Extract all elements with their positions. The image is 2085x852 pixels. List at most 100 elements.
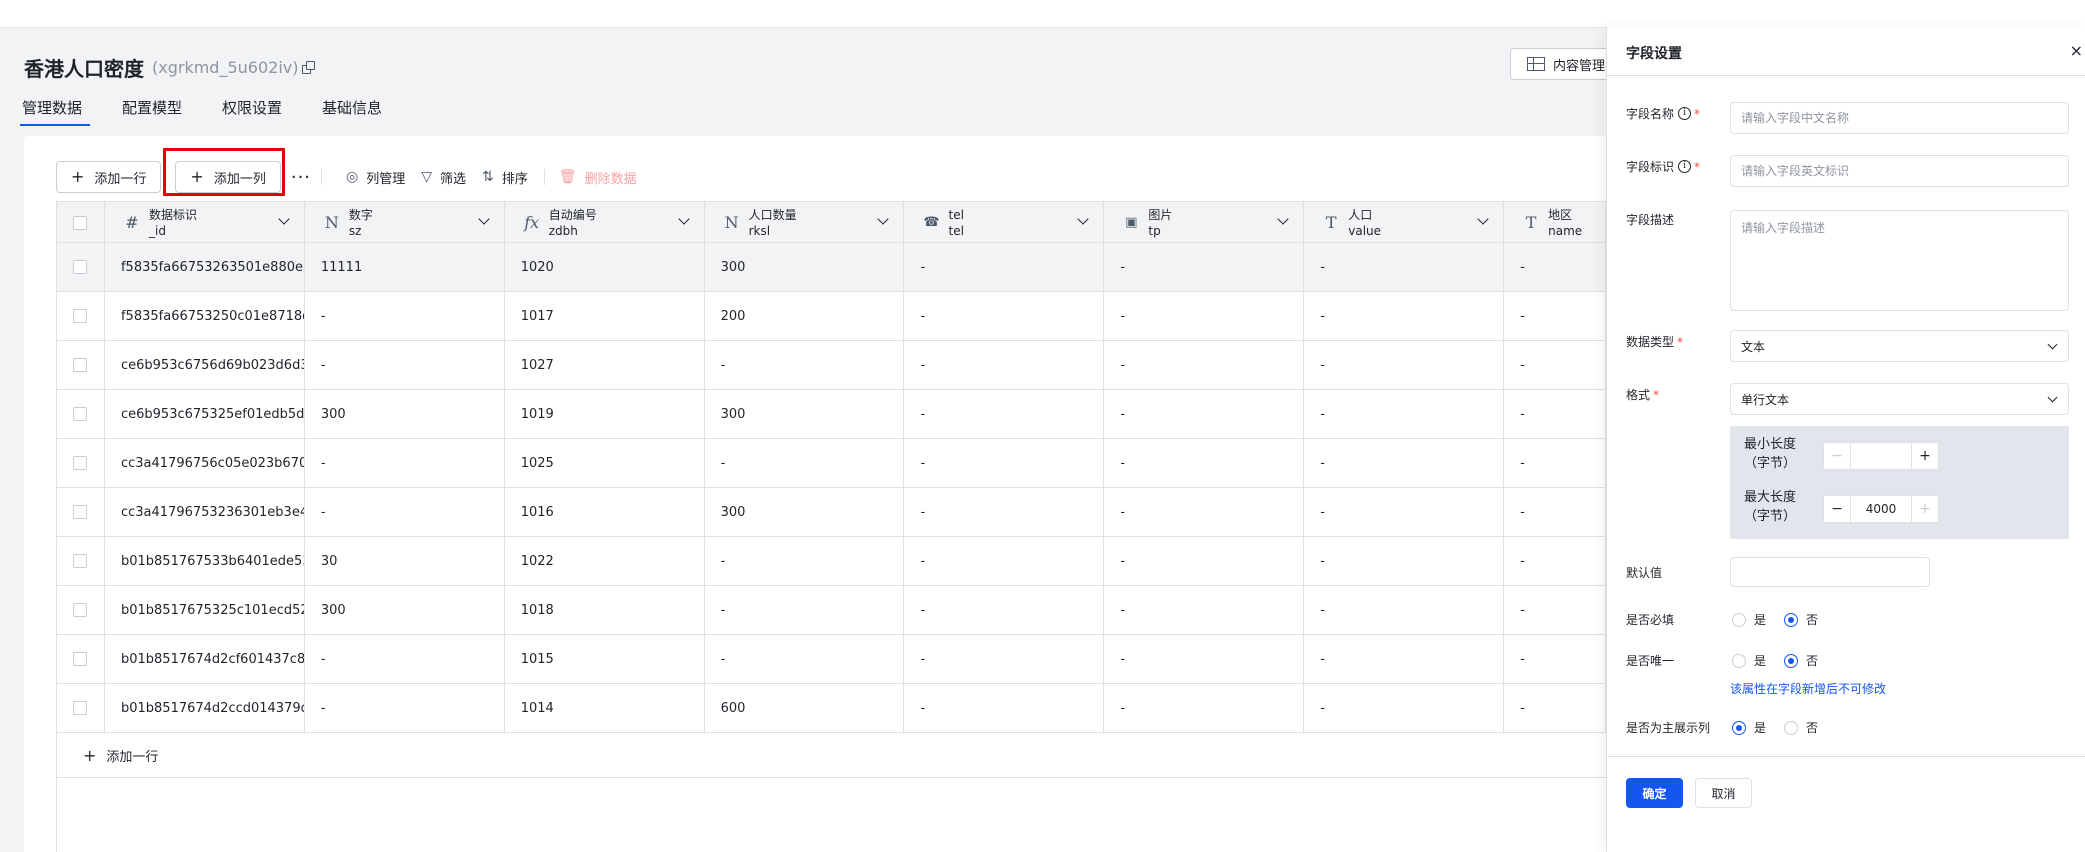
chevron-down-icon[interactable] [1477,213,1489,225]
cell-id: cc3a41796756c05e023b670... [105,439,305,487]
more-icon[interactable]: ··· [291,167,311,188]
format-label: 格式 * [1626,386,1659,403]
primary-yes-option[interactable]: 是 [1732,719,1766,736]
confirm-button[interactable]: 确定 [1626,778,1683,808]
radio-button[interactable] [1732,612,1746,627]
tab-config-model[interactable]: 配置模型 [122,96,182,126]
filter-button[interactable]: ▽ 筛选 [421,168,466,187]
row-checkbox[interactable] [73,652,87,666]
length-settings: 最小长度（字节） − + 最大长度（字节） − 4000 + [1730,426,2069,539]
row-checkbox[interactable] [73,456,87,470]
cell-id: ce6b953c6756d69b023d6d3... [105,341,305,389]
chevron-down-icon[interactable] [1277,213,1289,225]
table-row[interactable]: b01b8517674d2cf601437c8... - 1015 - - - … [56,635,1607,684]
column-header[interactable]: fx 自动编号 zdbh [505,202,705,243]
tab-permissions[interactable]: 权限设置 [222,96,282,126]
row-checkbox[interactable] [73,701,87,715]
cell-name: - [1504,488,1607,536]
cell-id: f5835fa66753250c01e8718d... [105,292,305,340]
cell-tel: - [904,390,1105,438]
table-row[interactable]: cc3a41796753236301eb3e4... - 1016 300 - … [56,488,1607,537]
unique-yes-option[interactable]: 是 [1732,652,1766,669]
field-key-input[interactable] [1730,155,2069,187]
max-length-value[interactable]: 4000 [1851,495,1911,523]
column-header[interactable]: N 数字 sz [305,202,505,243]
row-checkbox[interactable] [73,309,87,323]
column-header[interactable]: ▣ 图片 tp [1104,202,1305,243]
min-length-value[interactable] [1851,442,1911,470]
close-icon[interactable]: × [2070,41,2083,60]
table-row[interactable]: b01b8517675325c101ecd52... 300 1018 - - … [56,586,1607,635]
cell-sz: - [305,341,505,389]
tab-manage-data[interactable]: 管理数据 [19,96,91,126]
cell-tel: - [904,635,1105,683]
description-textarea[interactable] [1730,210,2069,311]
cell-tp: - [1104,488,1305,536]
table-row[interactable]: ce6b953c6756d69b023d6d3... - 1027 - - - … [56,341,1607,390]
sort-button[interactable]: ⇅ 排序 [482,168,528,187]
column-header[interactable]: N 人口数量 rksl [705,202,905,243]
table-row[interactable]: ce6b953c675325ef01edb5d... 300 1019 300 … [56,390,1607,439]
row-checkbox[interactable] [73,407,87,421]
cell-rksl: - [705,635,905,683]
tab-basic-info[interactable]: 基础信息 [322,96,382,126]
table-row[interactable]: f5835fa66753263501e880e8... 11111 1020 3… [56,243,1607,292]
add-row-button[interactable]: + 添加一行 [56,161,162,193]
row-checkbox[interactable] [73,505,87,519]
cell-value: - [1304,635,1505,683]
column-header[interactable]: ☎ tel tel [904,202,1105,243]
chevron-down-icon[interactable] [1077,213,1090,225]
chevron-down-icon[interactable] [677,213,690,225]
default-value-input[interactable] [1730,557,1930,587]
column-manage-button[interactable]: ◎ 列管理 [346,168,405,187]
row-checkbox[interactable] [73,260,87,274]
radio-button-checked[interactable] [1784,653,1799,668]
decrement-button[interactable]: − [1823,495,1851,523]
chevron-down-icon[interactable] [278,213,290,225]
table-row[interactable]: b01b851767533b6401ede53... 30 1022 - - -… [56,537,1607,586]
plus-icon: + [71,167,85,186]
table-row[interactable]: f5835fa66753250c01e8718d... - 1017 200 -… [56,292,1607,341]
cell-name: - [1504,684,1607,732]
trash-icon: 🗑 [558,169,577,185]
required-no-option[interactable]: 否 [1784,611,1818,628]
format-label-text: 格式 [1626,388,1651,402]
cancel-button[interactable]: 取消 [1695,778,1752,808]
column-key: value [1348,223,1382,238]
data-type-select[interactable]: 文本 [1730,330,2069,362]
row-checkbox[interactable] [73,358,87,372]
field-name-input[interactable] [1730,102,2069,134]
delete-data-button[interactable]: 🗑 删除数据 [559,168,637,187]
chevron-down-icon[interactable] [877,213,890,225]
table-row[interactable]: b01b8517674d2ccd014379d... - 1014 600 - … [56,684,1607,733]
copy-icon[interactable] [302,61,316,74]
radio-button-checked[interactable] [1784,612,1799,627]
required-yes-option[interactable]: 是 [1732,611,1766,628]
radio-button-checked[interactable] [1732,720,1746,735]
column-header[interactable]: # 数据标识 _id [105,202,305,243]
field-settings-drawer: 字段设置 × 字段名称 i * 字段标识 i * 字段描述 数据类型 * 文本 … [1606,27,2085,852]
cell-sz: 30 [305,537,505,585]
column-header[interactable]: T 人口 value [1304,202,1505,243]
chevron-down-icon[interactable] [478,213,490,225]
radio-button[interactable] [1732,653,1746,668]
cell-tp: - [1104,586,1305,634]
row-checkbox[interactable] [73,603,87,617]
content-manage-button[interactable]: 内容管理 [1510,48,1620,80]
format-select[interactable]: 单行文本 [1730,383,2069,415]
primary-no-option[interactable]: 否 [1784,719,1818,736]
table-row[interactable]: cc3a41796756c05e023b670... - 1025 - - - … [56,439,1607,488]
row-checkbox[interactable] [73,554,87,568]
select-all-checkbox[interactable] [73,215,87,230]
cell-id: cc3a41796753236301eb3e4... [105,488,305,536]
increment-button[interactable]: + [1911,442,1939,470]
required-mark: * [1694,106,1701,121]
info-icon[interactable]: i [1678,107,1692,120]
increment-button[interactable]: + [1911,495,1939,523]
column-header[interactable]: T 地区 name [1504,202,1607,243]
unique-no-option[interactable]: 否 [1784,652,1818,669]
table-add-row-button[interactable]: + 添加一行 [56,733,1606,778]
info-icon[interactable]: i [1678,160,1692,173]
radio-button[interactable] [1784,720,1799,735]
decrement-button[interactable]: − [1823,442,1851,470]
